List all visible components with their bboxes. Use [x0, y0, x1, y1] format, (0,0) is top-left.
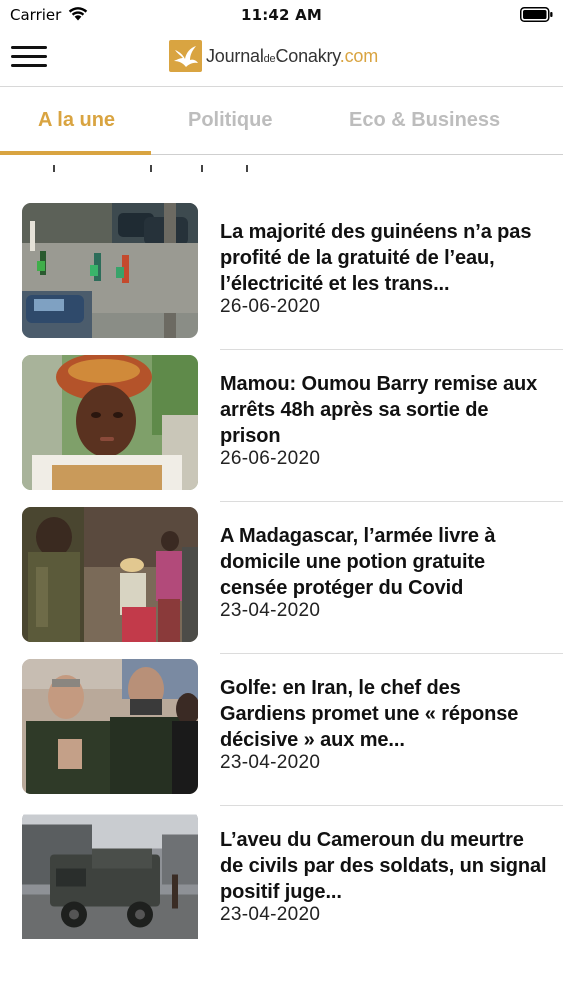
article-title: La majorité des guinéens n’a pas profité… — [220, 221, 532, 295]
article-item[interactable]: Mamou: Oumou Barry remise aux arrêts 48h… — [0, 350, 563, 502]
tab-eco-business[interactable]: Eco & Business — [349, 109, 500, 132]
article-title: A Madagascar, l’armée livre à domicile u… — [220, 525, 496, 599]
article-item[interactable]: Golfe: en Iran, le chef des Gardiens pro… — [0, 654, 563, 806]
article-item[interactable]: L’aveu du Cameroun du meurtre de civils … — [0, 806, 563, 946]
article-title: Mamou: Oumou Barry remise aux arrêts 48h… — [220, 373, 538, 447]
logo-de: de — [263, 52, 276, 65]
journal-de-conakry-logo[interactable]: JournaldeConakry.com — [169, 40, 378, 72]
logo-wordmark: JournaldeConakry.com — [206, 46, 378, 67]
military-truck-photo — [22, 814, 198, 939]
app-header: JournaldeConakry.com — [0, 30, 563, 87]
article-title: L’aveu du Cameroun du meurtre de civils … — [220, 829, 547, 903]
article-date: 23-04-2020 — [220, 600, 321, 621]
logo-conakry: Conakry — [275, 45, 340, 66]
article-thumbnail — [22, 507, 198, 642]
article-date: 26-06-2020 — [220, 448, 321, 469]
article-thumbnail — [22, 203, 198, 338]
hamburger-menu-icon[interactable] — [11, 44, 47, 70]
article-item[interactable]: A Madagascar, l’armée livre à domicile u… — [0, 502, 563, 654]
article-date: 26-06-2020 — [220, 296, 321, 317]
active-tab-indicator — [0, 151, 151, 155]
article-list: La majorité des guinéens n’a pas profité… — [0, 198, 563, 946]
article-thumbnail — [22, 355, 198, 490]
article-thumbnail — [22, 811, 198, 939]
tab-a-la-une[interactable]: A la une — [38, 109, 115, 132]
article-thumbnail — [22, 659, 198, 794]
woman-portrait-photo — [22, 355, 198, 490]
status-time: 11:42 AM — [240, 6, 323, 24]
dove-logo-icon — [169, 40, 202, 72]
article-title: Golfe: en Iran, le chef des Gardiens pro… — [220, 677, 519, 751]
article-date: 23-04-2020 — [220, 904, 321, 925]
battery-icon — [520, 7, 553, 22]
tab-politique[interactable]: Politique — [188, 109, 272, 132]
category-tabs: A la une Politique Eco & Business — [0, 88, 563, 155]
status-bar: Carrier 11:42 AM — [0, 0, 563, 30]
scrolled-content-remnant — [0, 163, 563, 175]
logo-journal: Journal — [206, 45, 264, 66]
iranian-officers-photo — [22, 659, 198, 794]
article-item[interactable]: La majorité des guinéens n’a pas profité… — [0, 198, 563, 350]
logo-com: .com — [339, 45, 378, 66]
article-date: 23-04-2020 — [220, 752, 321, 773]
street-water-carriers-photo — [22, 203, 198, 338]
soldier-delivery-photo — [22, 507, 198, 642]
